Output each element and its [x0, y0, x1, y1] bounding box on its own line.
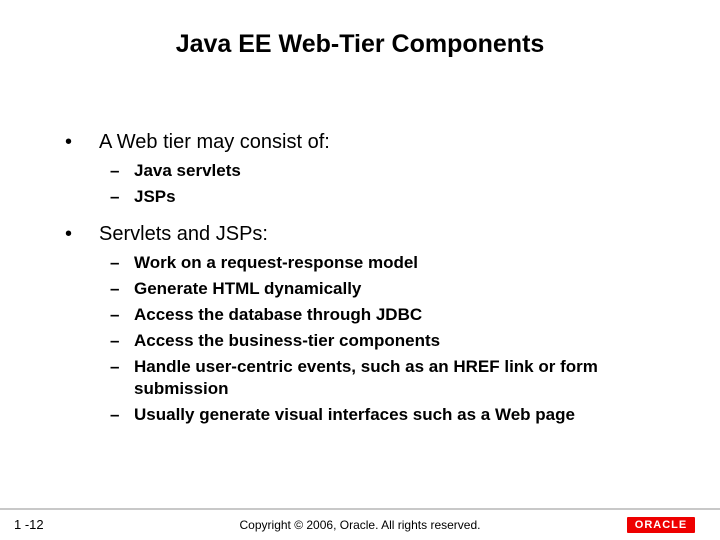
- bullet-marker: •: [65, 130, 99, 154]
- sub-item: – Usually generate visual interfaces suc…: [110, 404, 670, 426]
- sub-list: – Java servlets – JSPs: [110, 160, 670, 208]
- bullet-text: A Web tier may consist of:: [99, 130, 330, 154]
- sub-item: – Access the database through JDBC: [110, 304, 670, 326]
- bullet-item: • A Web tier may consist of:: [65, 130, 670, 154]
- oracle-logo: ORACLE: [616, 516, 706, 534]
- bullet-marker: •: [65, 222, 99, 246]
- sub-text: Handle user-centric events, such as an H…: [134, 356, 670, 400]
- bullet-item: • Servlets and JSPs:: [65, 222, 670, 246]
- dash-marker: –: [110, 186, 134, 208]
- footer: 1 -12 Copyright © 2006, Oracle. All righ…: [0, 508, 720, 540]
- sub-text: Work on a request-response model: [134, 252, 418, 274]
- sub-item: – Java servlets: [110, 160, 670, 182]
- sub-text: JSPs: [134, 186, 176, 208]
- oracle-logo-text: ORACLE: [627, 517, 695, 533]
- dash-marker: –: [110, 330, 134, 352]
- sub-text: Access the business-tier components: [134, 330, 440, 352]
- slide-content: • A Web tier may consist of: – Java serv…: [65, 130, 670, 440]
- bullet-text: Servlets and JSPs:: [99, 222, 268, 246]
- copyright-text: Copyright © 2006, Oracle. All rights res…: [0, 518, 720, 532]
- sub-item: – Access the business-tier components: [110, 330, 670, 352]
- sub-text: Access the database through JDBC: [134, 304, 422, 326]
- sub-item: – Handle user-centric events, such as an…: [110, 356, 670, 400]
- sub-text: Generate HTML dynamically: [134, 278, 361, 300]
- slide-title: Java EE Web-Tier Components: [0, 0, 720, 69]
- dash-marker: –: [110, 160, 134, 182]
- dash-marker: –: [110, 252, 134, 274]
- sub-item: – Work on a request-response model: [110, 252, 670, 274]
- dash-marker: –: [110, 304, 134, 326]
- dash-marker: –: [110, 278, 134, 300]
- sub-text: Usually generate visual interfaces such …: [134, 404, 575, 426]
- sub-item: – Generate HTML dynamically: [110, 278, 670, 300]
- sub-text: Java servlets: [134, 160, 241, 182]
- dash-marker: –: [110, 356, 134, 378]
- sub-list: – Work on a request-response model – Gen…: [110, 252, 670, 426]
- slide: Java EE Web-Tier Components • A Web tier…: [0, 0, 720, 540]
- dash-marker: –: [110, 404, 134, 426]
- sub-item: – JSPs: [110, 186, 670, 208]
